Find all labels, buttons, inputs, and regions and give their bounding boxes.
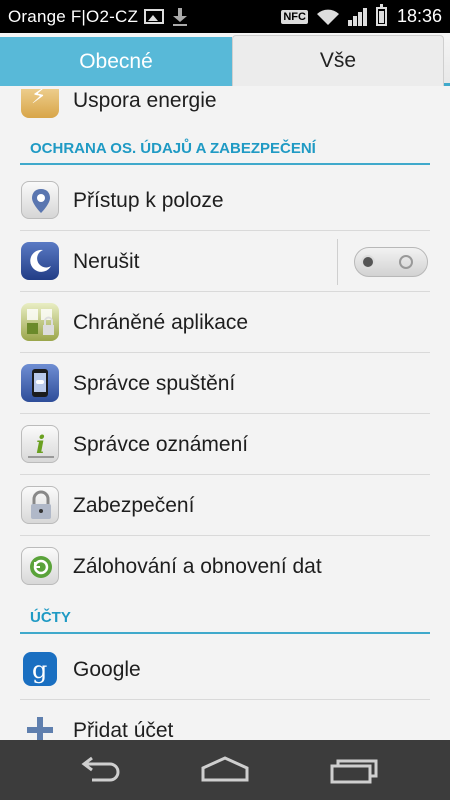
list-item-google[interactable]: g Google: [0, 639, 450, 700]
list-item-notification-manager[interactable]: i Správce oznámení: [0, 414, 450, 475]
back-icon[interactable]: [70, 750, 130, 790]
padlock-icon: [21, 486, 59, 524]
signal-icon: [347, 7, 368, 26]
list-item-backup-restore[interactable]: Zálohování a obnovení dat: [0, 536, 450, 597]
backup-restore-icon: [21, 547, 59, 585]
nfc-icon: NFC: [281, 9, 308, 24]
list-item-location-access[interactable]: Přístup k poloze: [0, 170, 450, 231]
tab-obecne[interactable]: Obecné: [0, 37, 232, 86]
svg-text:i: i: [36, 430, 45, 459]
list-item-label: Přidat účet: [73, 718, 174, 741]
moon-icon: [21, 242, 59, 280]
battery-icon: [375, 4, 387, 26]
location-pin-icon: [21, 181, 59, 219]
do-not-disturb-toggle[interactable]: [354, 247, 428, 277]
home-icon[interactable]: [195, 750, 255, 790]
section-header-accounts: ÚČTY: [20, 602, 430, 634]
list-item-power-saving[interactable]: Uspora energie: [0, 89, 450, 130]
list-item-label: Nerušit: [73, 249, 140, 273]
toggle-knob: [361, 255, 375, 269]
list-item-label: Správce spuštění: [73, 371, 236, 395]
list-item-do-not-disturb[interactable]: Nerušit: [0, 231, 450, 292]
navigation-bar: [0, 740, 450, 800]
list-item-protected-apps[interactable]: Chráněné aplikace: [0, 292, 450, 353]
list-item-label: Správce oznámení: [73, 432, 249, 456]
download-icon: [172, 7, 188, 26]
image-icon: [144, 9, 165, 24]
startup-manager-icon: [21, 364, 59, 402]
notification-manager-icon: i: [21, 425, 59, 463]
divider: [337, 239, 338, 285]
list-item-label: Uspora energie: [73, 89, 217, 112]
list-item-label: Přístup k poloze: [73, 188, 224, 212]
status-bar: Orange F|O2-CZ NFC 18:36: [0, 0, 450, 33]
section-header-privacy: OCHRANA OS. ÚDAJŮ A ZABEZPEČENÍ: [20, 133, 430, 165]
recent-apps-icon[interactable]: [326, 750, 386, 790]
list-item-startup-manager[interactable]: Správce spuštění: [0, 353, 450, 414]
svg-text:g: g: [32, 656, 47, 684]
toggle-ring: [399, 255, 413, 269]
list-item-label: Chráněné aplikace: [73, 310, 249, 334]
power-saving-icon: [21, 89, 59, 118]
list-item-add-account[interactable]: Přidat účet: [0, 700, 450, 740]
protected-apps-icon: [21, 303, 59, 341]
tab-vse[interactable]: Vše: [232, 35, 444, 86]
carrier-name: Orange F|O2-CZ: [8, 6, 139, 26]
wifi-icon: [316, 9, 339, 25]
list-item-label: Google: [73, 657, 141, 681]
list-item-security[interactable]: Zabezpečení: [0, 475, 450, 536]
clock: 18:36: [396, 6, 442, 26]
settings-list[interactable]: Uspora energie OCHRANA OS. ÚDAJŮ A ZABEZ…: [0, 89, 450, 740]
list-item-label: Zálohování a obnovení dat: [73, 554, 322, 578]
list-item-label: Zabezpečení: [73, 493, 195, 517]
plus-icon: [21, 711, 59, 740]
google-icon: g: [23, 652, 57, 686]
tab-bar: Obecné Vše: [0, 33, 450, 86]
